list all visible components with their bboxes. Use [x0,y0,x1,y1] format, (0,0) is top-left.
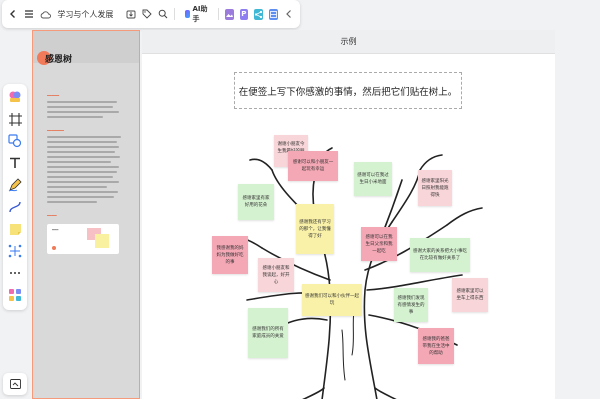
text-line [47,186,107,188]
sticky-note[interactable]: 感谢可以和小朋友一起玩有幸运 [288,151,338,181]
card-dot [52,246,56,250]
doc-section-heading: ━━━━━ [47,93,60,98]
more-icon[interactable] [8,266,22,280]
apps-icon[interactable] [8,288,22,302]
text-line [47,166,119,168]
sticky-note[interactable]: 感谢小朋友和我谈起，好开心 [258,258,294,292]
sticky-note[interactable]: 感谢可以在我生日父亲和我一起吃 [361,227,397,261]
download-icon[interactable] [125,7,135,21]
sticky-note[interactable]: 感谢家里阳光日照射我能跑得快 [418,170,452,206]
connector-icon[interactable] [8,200,22,214]
minimap-button[interactable] [3,373,27,395]
doc-title-block: 感恩树 [37,51,72,65]
text-line [47,161,111,163]
sticky-note[interactable]: 感谢我的爸爸带我在生活中的帮助 [418,328,454,364]
text-line [47,136,121,138]
document-header: 感恩树 [33,31,139,65]
sticky-note[interactable]: 我感谢我的妈妈为我做好吃的事 [212,236,248,274]
example-frame[interactable]: 示例 在便签上写下你感激的事情，然后把它们贴在树上。 谢谢小朋友今生我最 感谢可… [142,30,555,399]
search-icon[interactable] [158,7,168,21]
plugin-p-label: P [241,10,247,18]
share-icon[interactable] [253,8,263,20]
document-title[interactable]: 学习与个人发展 [57,9,113,20]
left-toolbar [3,84,27,310]
text-icon[interactable] [8,156,22,170]
sticky-note[interactable]: 感谢家里可以坐车上得东西 [452,278,488,312]
tag-icon[interactable] [142,7,152,21]
collapse-chevron-icon[interactable] [284,7,294,21]
text-line [47,111,119,113]
divider [218,8,219,20]
example-thumbnail-card[interactable]: ━━━ [47,224,119,254]
plugin-p-icon[interactable]: P [239,8,248,20]
minimap-icon [9,379,21,389]
mindmap-icon[interactable] [8,244,22,258]
doc-section-heading: ━━━━━━━ [47,128,64,133]
sticky-note[interactable]: 感谢可以在我过生日小米地面 [354,162,392,196]
sticky-note-icon[interactable] [8,222,22,236]
sticky-note[interactable]: 感谢我们可以和小伙伴一起玩 [302,284,362,316]
ai-assistant-label: AI助手 [192,5,208,23]
cloud-icon [40,7,52,21]
doc-title: 感恩树 [45,54,73,65]
instruction-box[interactable]: 在便签上写下你感激的事情，然后把它们贴在树上。 [234,72,462,109]
frame-icon[interactable] [8,112,22,126]
pen-icon[interactable] [8,178,22,192]
text-line [47,156,120,158]
text-line [47,141,117,143]
back-chevron-icon[interactable] [8,7,18,21]
sticky-note[interactable]: 感谢我们发现有感情发生的事 [394,288,428,322]
text-line [47,176,113,178]
text-line [47,146,119,148]
text-line [47,151,115,153]
card-caption: ━━━ [52,228,59,232]
top-toolbar: 学习与个人发展 AI助手 P [2,0,300,28]
layout-icon[interactable] [268,8,278,20]
text-line [47,201,97,203]
text-line [47,116,103,118]
text-line [47,171,117,173]
text-line [47,106,113,108]
sticky-note[interactable]: 感谢家里有家好用的花朵 [238,184,274,220]
document-panel: 感恩树 ━━━━━ ━━━━━━━ ━━━━ ━━━ [32,30,140,399]
ai-assistant-button[interactable]: AI助手 [181,2,212,26]
sticky-note[interactable]: 感谢我们的所有家庭成员的关爱 [248,308,288,358]
text-line [47,196,114,198]
sticky-note[interactable]: 感谢大家的关系把大小事吃在比较有做好关系了 [410,238,470,272]
text-line [47,101,117,103]
frame-header: 示例 [142,30,555,54]
document-body: ━━━━━ ━━━━━━━ ━━━━ ━━━ [33,63,139,254]
text-line [47,181,119,183]
ai-icon [184,10,191,18]
doc-section-heading: ━━━━ [47,213,57,218]
menu-icon[interactable] [24,7,34,21]
card-note-yellow [95,234,109,248]
image-icon[interactable] [224,8,234,20]
sticky-note[interactable]: 感谢我还有学习的那个，让我懂得了好 [296,204,334,254]
template-icon[interactable] [8,90,22,104]
shape-icon[interactable] [8,134,22,148]
text-line [47,191,118,193]
divider [174,8,175,20]
